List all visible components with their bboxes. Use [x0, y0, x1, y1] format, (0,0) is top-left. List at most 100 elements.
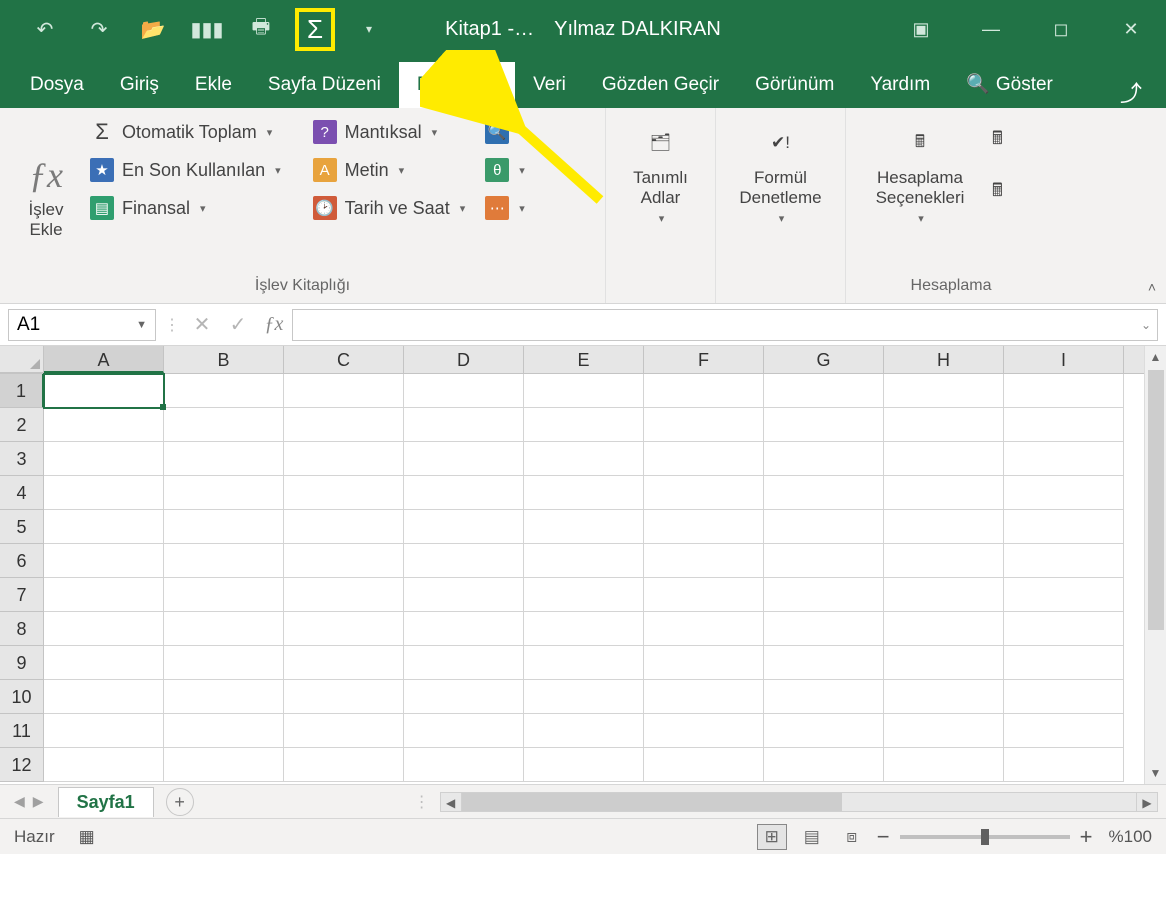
- tab-layout[interactable]: Sayfa Düzeni: [250, 62, 399, 108]
- column-header-A[interactable]: A: [44, 346, 164, 373]
- horizontal-scrollbar[interactable]: ◀ ▶: [440, 792, 1158, 812]
- cell-G10[interactable]: [764, 680, 884, 714]
- vertical-scrollbar[interactable]: ▲ ▼: [1144, 346, 1166, 784]
- add-sheet-button[interactable]: +: [166, 788, 194, 816]
- cell-E3[interactable]: [524, 442, 644, 476]
- cell-I2[interactable]: [1004, 408, 1124, 442]
- cell-G8[interactable]: [764, 612, 884, 646]
- cell-D4[interactable]: [404, 476, 524, 510]
- view-page-layout-button[interactable]: ▤: [797, 824, 827, 850]
- cell-F5[interactable]: [644, 510, 764, 544]
- cell-B4[interactable]: [164, 476, 284, 510]
- cell-A2[interactable]: [44, 408, 164, 442]
- tab-insert[interactable]: Ekle: [177, 62, 250, 108]
- zoom-out-button[interactable]: −: [877, 824, 890, 850]
- cell-E12[interactable]: [524, 748, 644, 782]
- cell-E10[interactable]: [524, 680, 644, 714]
- open-button[interactable]: 📂: [126, 8, 180, 50]
- formula-input[interactable]: ⌄: [292, 309, 1158, 341]
- cell-D7[interactable]: [404, 578, 524, 612]
- row-header-3[interactable]: 3: [0, 442, 44, 476]
- column-header-D[interactable]: D: [404, 346, 524, 373]
- cell-H10[interactable]: [884, 680, 1004, 714]
- close-button[interactable]: ✕: [1096, 8, 1166, 50]
- cell-H6[interactable]: [884, 544, 1004, 578]
- qat-customize[interactable]: ▾: [342, 8, 396, 50]
- cell-A6[interactable]: [44, 544, 164, 578]
- column-header-G[interactable]: G: [764, 346, 884, 373]
- cell-I7[interactable]: [1004, 578, 1124, 612]
- cell-D9[interactable]: [404, 646, 524, 680]
- cell-D3[interactable]: [404, 442, 524, 476]
- cell-I5[interactable]: [1004, 510, 1124, 544]
- autosum-button[interactable]: ΣOtomatik Toplam▾: [90, 118, 281, 146]
- logical-button[interactable]: ?Mantıksal▾: [313, 118, 466, 146]
- cell-A12[interactable]: [44, 748, 164, 782]
- row-header-9[interactable]: 9: [0, 646, 44, 680]
- calc-sheet-button[interactable]: 🖩: [992, 176, 1003, 210]
- cell-F6[interactable]: [644, 544, 764, 578]
- cell-A11[interactable]: [44, 714, 164, 748]
- cell-G6[interactable]: [764, 544, 884, 578]
- row-header-5[interactable]: 5: [0, 510, 44, 544]
- cell-C9[interactable]: [284, 646, 404, 680]
- cell-D8[interactable]: [404, 612, 524, 646]
- cell-C4[interactable]: [284, 476, 404, 510]
- cell-F2[interactable]: [644, 408, 764, 442]
- cell-E9[interactable]: [524, 646, 644, 680]
- cell-D2[interactable]: [404, 408, 524, 442]
- row-header-1[interactable]: 1: [0, 374, 44, 408]
- lookup-button[interactable]: 🔍▾: [485, 118, 525, 146]
- zoom-in-button[interactable]: +: [1080, 824, 1093, 850]
- cancel-formula-button[interactable]: ✕: [184, 312, 220, 337]
- cell-G2[interactable]: [764, 408, 884, 442]
- cell-G12[interactable]: [764, 748, 884, 782]
- tab-tellme[interactable]: 🔍Göster: [948, 60, 1071, 108]
- cell-B3[interactable]: [164, 442, 284, 476]
- cell-D12[interactable]: [404, 748, 524, 782]
- cell-C5[interactable]: [284, 510, 404, 544]
- name-box[interactable]: A1▼: [8, 309, 156, 341]
- cell-H1[interactable]: [884, 374, 1004, 408]
- tab-view[interactable]: Görünüm: [737, 62, 852, 108]
- sheet-tab-active[interactable]: Sayfa1: [58, 787, 154, 817]
- tab-review[interactable]: Gözden Geçir: [584, 62, 737, 108]
- collapse-ribbon-button[interactable]: ˄: [1148, 279, 1156, 295]
- financial-button[interactable]: ▤Finansal▾: [90, 194, 281, 222]
- cell-G5[interactable]: [764, 510, 884, 544]
- view-page-break-button[interactable]: ⧈: [837, 824, 867, 850]
- row-header-11[interactable]: 11: [0, 714, 44, 748]
- cell-F1[interactable]: [644, 374, 764, 408]
- cell-G3[interactable]: [764, 442, 884, 476]
- row-header-4[interactable]: 4: [0, 476, 44, 510]
- cell-F7[interactable]: [644, 578, 764, 612]
- minimize-button[interactable]: —: [956, 8, 1026, 50]
- datetime-button[interactable]: 🕑Tarih ve Saat▾: [313, 194, 466, 222]
- expand-formula-bar[interactable]: ⌄: [1141, 318, 1151, 332]
- tab-file[interactable]: Dosya: [12, 62, 102, 108]
- cell-H8[interactable]: [884, 612, 1004, 646]
- cell-C8[interactable]: [284, 612, 404, 646]
- cell-C7[interactable]: [284, 578, 404, 612]
- cell-F9[interactable]: [644, 646, 764, 680]
- cell-E11[interactable]: [524, 714, 644, 748]
- cell-H3[interactable]: [884, 442, 1004, 476]
- chart-button[interactable]: ▮▮▮: [180, 8, 234, 50]
- row-header-6[interactable]: 6: [0, 544, 44, 578]
- cell-C1[interactable]: [284, 374, 404, 408]
- fx-button[interactable]: ƒx: [256, 313, 292, 336]
- cell-I1[interactable]: [1004, 374, 1124, 408]
- cell-B9[interactable]: [164, 646, 284, 680]
- cell-C6[interactable]: [284, 544, 404, 578]
- column-header-B[interactable]: B: [164, 346, 284, 373]
- cell-D5[interactable]: [404, 510, 524, 544]
- cell-B8[interactable]: [164, 612, 284, 646]
- recently-used-button[interactable]: ★En Son Kullanılan▾: [90, 156, 281, 184]
- insert-function-button[interactable]: ƒx İşlev Ekle: [14, 118, 78, 275]
- cell-A5[interactable]: [44, 510, 164, 544]
- cell-I4[interactable]: [1004, 476, 1124, 510]
- cell-F3[interactable]: [644, 442, 764, 476]
- cell-B2[interactable]: [164, 408, 284, 442]
- column-header-E[interactable]: E: [524, 346, 644, 373]
- cell-H7[interactable]: [884, 578, 1004, 612]
